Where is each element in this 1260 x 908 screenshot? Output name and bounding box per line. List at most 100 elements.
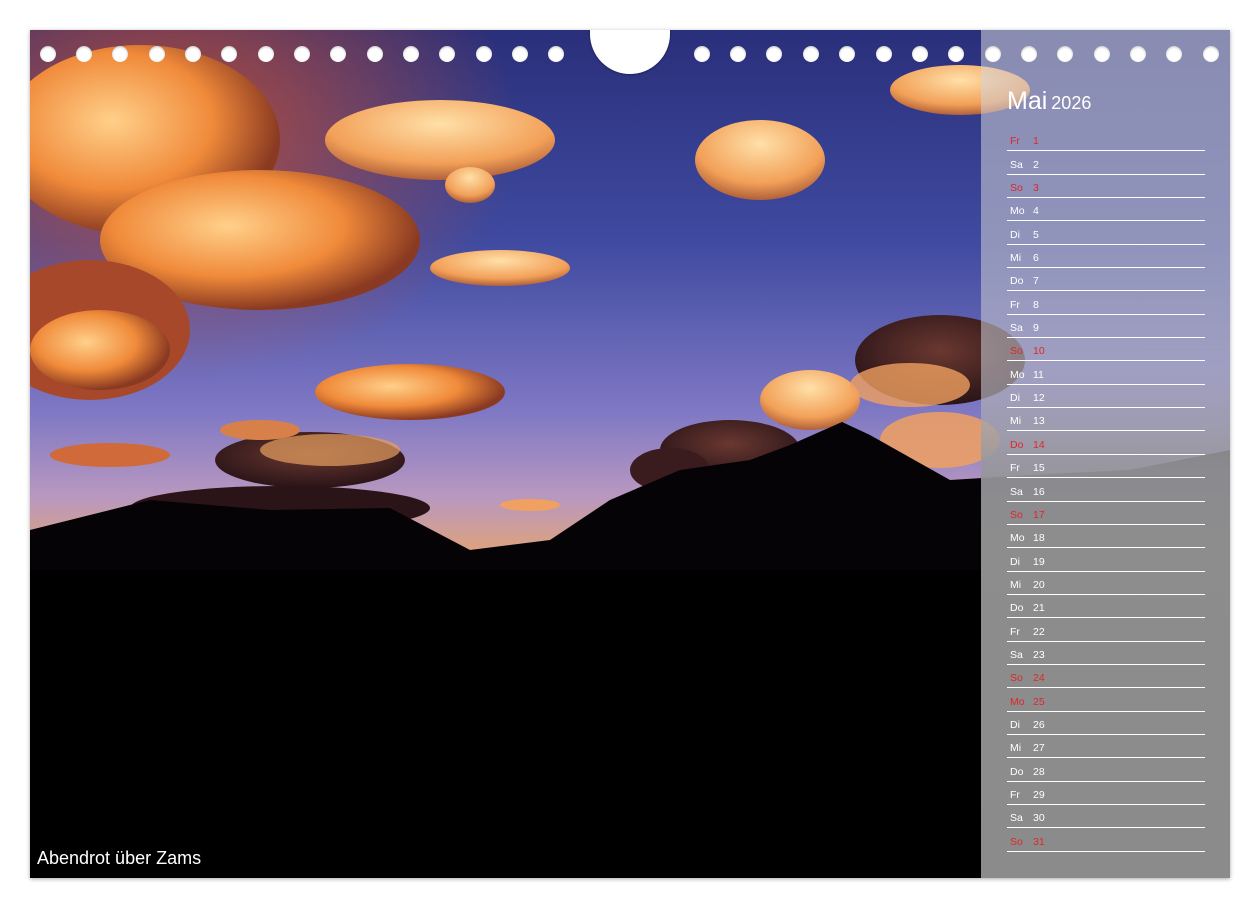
day-row: Di 26 [1007, 712, 1205, 735]
day-number: 19 [1033, 555, 1045, 568]
day-number: 30 [1033, 812, 1045, 825]
weekday-label: Fr [1010, 135, 1020, 148]
day-number: 6 [1033, 252, 1039, 265]
day-row: Sa 2 [1007, 151, 1205, 175]
day-row: So 31 [1007, 828, 1205, 852]
day-number: 23 [1033, 648, 1045, 661]
day-number: 14 [1033, 438, 1045, 451]
day-number: 4 [1033, 205, 1039, 218]
weekday-label: Di [1010, 555, 1020, 568]
weekday-label: So [1010, 508, 1023, 521]
day-number: 17 [1033, 508, 1045, 521]
weekday-label: Mi [1010, 252, 1022, 265]
day-number: 26 [1033, 718, 1045, 731]
weekday-label: Fr [1010, 625, 1020, 638]
day-number: 1 [1033, 135, 1039, 148]
day-number: 28 [1033, 765, 1045, 778]
weekday-label: Sa [1010, 322, 1023, 335]
day-number: 13 [1033, 415, 1045, 428]
day-number: 20 [1033, 578, 1045, 591]
weekday-label: Do [1010, 602, 1024, 615]
day-row: Fr 15 [1007, 455, 1205, 479]
day-row: So 3 [1007, 175, 1205, 199]
day-number: 3 [1033, 182, 1039, 195]
weekday-label: So [1010, 672, 1023, 685]
day-row: Do 21 [1007, 595, 1205, 619]
weekday-label: Do [1010, 765, 1024, 778]
day-row: Mi 6 [1007, 245, 1205, 269]
day-number: 25 [1033, 695, 1045, 708]
day-number: 15 [1033, 462, 1045, 475]
day-row: So 17 [1007, 502, 1205, 525]
day-number: 16 [1033, 485, 1045, 498]
weekday-label: So [1010, 835, 1023, 848]
year: 2026 [1051, 93, 1092, 113]
day-row: Mo 25 [1007, 688, 1205, 712]
weekday-label: Do [1010, 275, 1024, 288]
day-number: 22 [1033, 625, 1045, 638]
weekday-label: Sa [1010, 158, 1023, 171]
weekday-label: Mi [1010, 578, 1022, 591]
day-number: 21 [1033, 602, 1045, 615]
weekday-label: Mi [1010, 415, 1022, 428]
weekday-label: Fr [1010, 462, 1020, 475]
day-row: Sa 30 [1007, 805, 1205, 829]
day-row: Mo 4 [1007, 198, 1205, 222]
weekday-label: Mo [1010, 205, 1025, 218]
weekday-label: Mo [1010, 368, 1025, 381]
weekday-label: Mo [1010, 695, 1025, 708]
day-number: 8 [1033, 298, 1039, 311]
day-row: Mi 20 [1007, 572, 1205, 595]
day-number: 24 [1033, 672, 1045, 685]
day-number: 2 [1033, 158, 1039, 171]
photo-caption: Abendrot über Zams [37, 848, 202, 868]
day-number: 10 [1033, 345, 1045, 358]
day-row: Di 19 [1007, 548, 1205, 572]
day-row: Fr 8 [1007, 291, 1205, 315]
weekday-label: Mi [1010, 742, 1022, 755]
day-row: Di 5 [1007, 221, 1205, 245]
weekday-label: So [1010, 345, 1023, 358]
day-number: 29 [1033, 788, 1045, 801]
day-number: 5 [1033, 228, 1039, 241]
day-row: Mo 11 [1007, 361, 1205, 385]
day-row: Do 14 [1007, 431, 1205, 455]
day-number: 31 [1033, 835, 1045, 848]
day-number: 7 [1033, 275, 1039, 288]
day-row: Mo 18 [1007, 525, 1205, 549]
day-row: Fr 29 [1007, 782, 1205, 805]
weekday-label: Mo [1010, 532, 1025, 545]
day-row: Mi 27 [1007, 735, 1205, 759]
day-row: Do 28 [1007, 758, 1205, 782]
weekday-label: Di [1010, 392, 1020, 405]
day-number: 27 [1033, 742, 1045, 755]
day-row: So 24 [1007, 665, 1205, 689]
weekday-label: Fr [1010, 788, 1020, 801]
weekday-label: Di [1010, 228, 1020, 241]
month-title: Mai 2026 [1007, 86, 1091, 118]
weekday-label: Fr [1010, 298, 1020, 311]
day-number: 18 [1033, 532, 1045, 545]
weekday-label: Di [1010, 718, 1020, 731]
day-row: Di 12 [1007, 385, 1205, 409]
day-number: 12 [1033, 392, 1045, 405]
day-number: 11 [1033, 368, 1044, 381]
day-row: Sa 9 [1007, 315, 1205, 339]
weekday-label: Sa [1010, 648, 1023, 661]
day-row: Do 7 [1007, 268, 1205, 292]
calendar-panel: Mai 2026 Fr 1 Sa 2 So 3 Mo 4 Di 5 Mi 6 Do 7 Fr 8 Sa 9 So 10 M… [981, 30, 1230, 878]
day-row: Fr 1 [1007, 128, 1205, 152]
day-row: Fr 22 [1007, 618, 1205, 642]
day-list: Fr 1 Sa 2 So 3 Mo 4 Di 5 Mi 6 Do 7 Fr 8 Sa 9 So 10 Mo 11 Di 12 M… [1007, 128, 1205, 852]
weekday-label: Sa [1010, 485, 1023, 498]
month-name: Mai [1007, 87, 1048, 115]
weekday-label: Sa [1010, 812, 1023, 825]
day-row: Sa 16 [1007, 478, 1205, 502]
day-row: Mi 13 [1007, 408, 1205, 432]
day-row: So 10 [1007, 338, 1205, 362]
day-number: 9 [1033, 322, 1039, 335]
weekday-label: Do [1010, 438, 1024, 451]
day-row: Sa 23 [1007, 642, 1205, 665]
weekday-label: So [1010, 182, 1023, 195]
calendar-page: Mai 2026 Fr 1 Sa 2 So 3 Mo 4 Di 5 Mi 6 Do 7 Fr 8 Sa 9 So 10 M… [30, 30, 1230, 878]
